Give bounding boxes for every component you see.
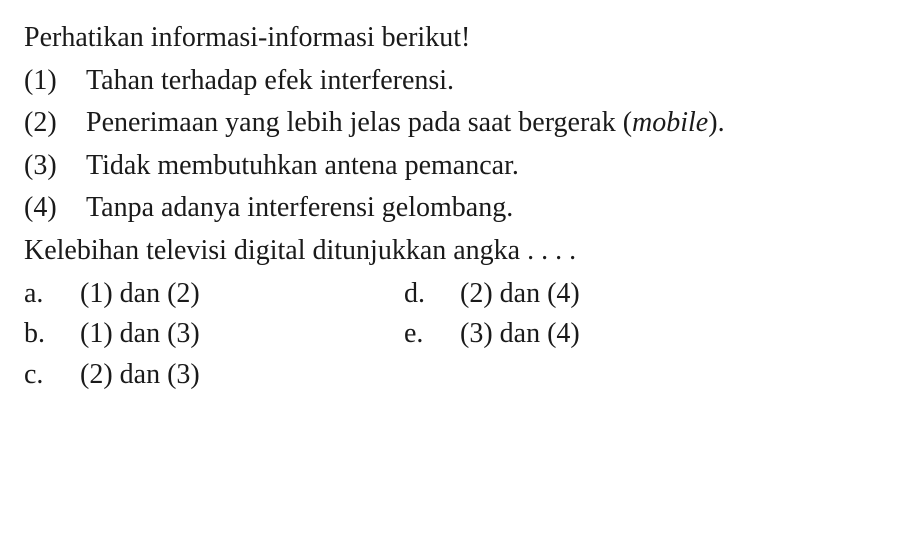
option-row: a. (1) dan (2) d. (2) dan (4) — [24, 274, 895, 315]
item-number: (4) — [24, 188, 86, 229]
option-letter: d. — [404, 274, 460, 315]
option-e: e. (3) dan (4) — [404, 314, 784, 355]
option-d: d. (2) dan (4) — [404, 274, 784, 315]
item-text-before: Penerimaan yang lebih jelas pada saat be… — [86, 107, 632, 138]
option-letter: a. — [24, 274, 80, 315]
list-item: (2) Penerimaan yang lebih jelas pada saa… — [24, 103, 895, 144]
item-number: (1) — [24, 61, 86, 102]
option-text: (2) dan (4) — [460, 274, 784, 315]
question-text: Kelebihan televisi digital ditunjukkan a… — [24, 231, 895, 272]
list-item: (3) Tidak membutuhkan antena pemancar. — [24, 146, 895, 187]
option-row: c. (2) dan (3) — [24, 355, 895, 396]
options-container: a. (1) dan (2) d. (2) dan (4) b. (1) dan… — [24, 274, 895, 396]
option-b: b. (1) dan (3) — [24, 314, 404, 355]
option-c: c. (2) dan (3) — [24, 355, 404, 396]
option-text: (3) dan (4) — [460, 314, 784, 355]
item-text: Tidak membutuhkan antena pemancar. — [86, 146, 895, 187]
option-row: b. (1) dan (3) e. (3) dan (4) — [24, 314, 895, 355]
option-letter: b. — [24, 314, 80, 355]
item-text-after: ). — [708, 107, 724, 138]
item-text: Penerimaan yang lebih jelas pada saat be… — [86, 103, 895, 144]
option-text: (2) dan (3) — [80, 355, 404, 396]
item-text: Tanpa adanya interferensi gelombang. — [86, 188, 895, 229]
option-a: a. (1) dan (2) — [24, 274, 404, 315]
option-letter: c. — [24, 355, 80, 396]
option-letter: e. — [404, 314, 460, 355]
intro-text: Perhatikan informasi-informasi berikut! — [24, 18, 895, 59]
item-text-italic: mobile — [632, 107, 708, 138]
option-text: (1) dan (2) — [80, 274, 404, 315]
list-item: (4) Tanpa adanya interferensi gelombang. — [24, 188, 895, 229]
list-item: (1) Tahan terhadap efek interferensi. — [24, 61, 895, 102]
item-number: (2) — [24, 103, 86, 144]
item-number: (3) — [24, 146, 86, 187]
item-text: Tahan terhadap efek interferensi. — [86, 61, 895, 102]
option-text: (1) dan (3) — [80, 314, 404, 355]
